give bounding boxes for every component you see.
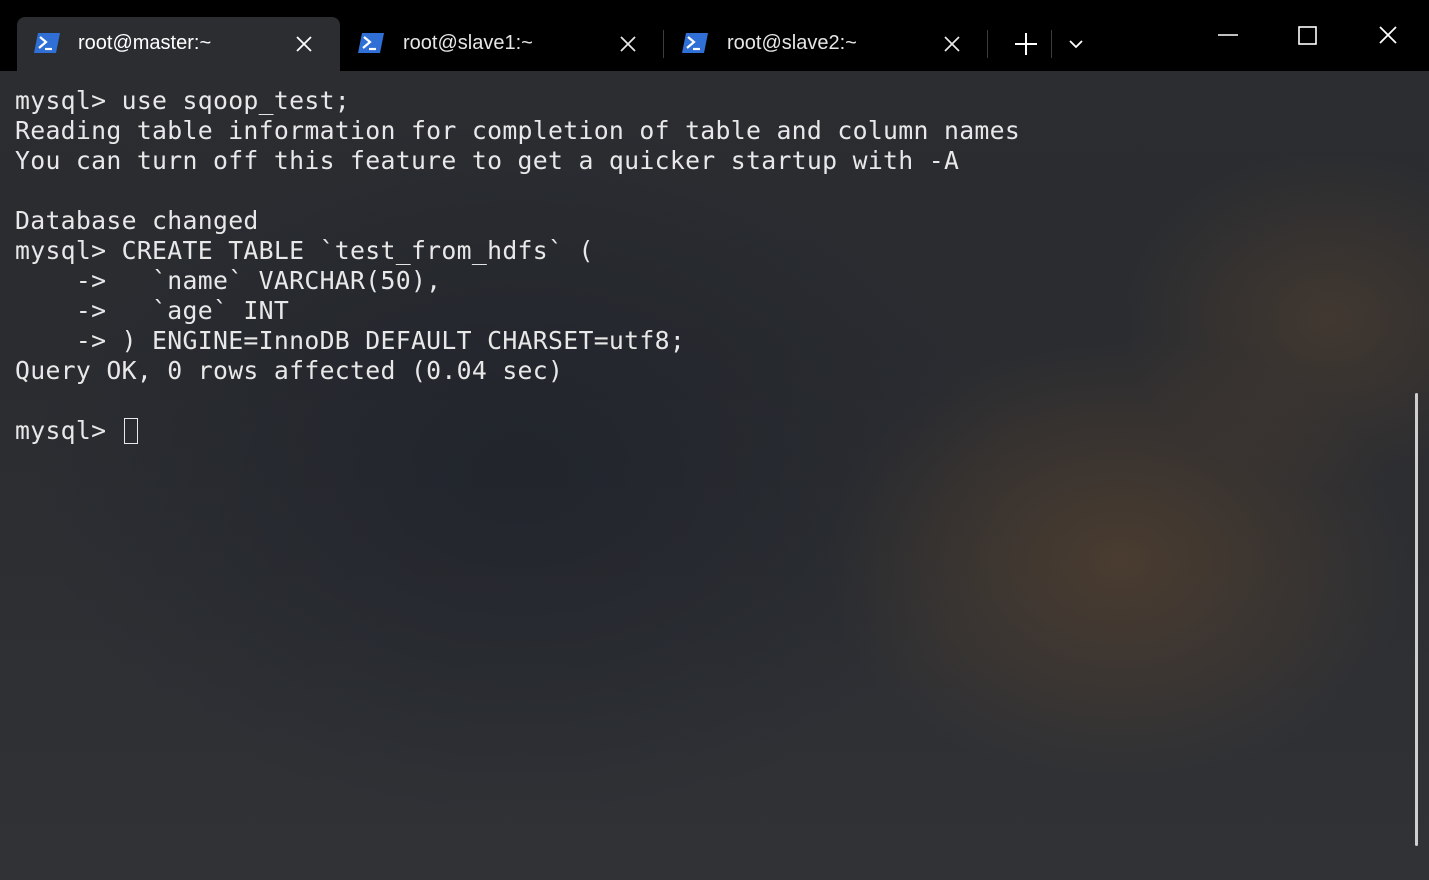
- tab-master[interactable]: root@master:~: [17, 17, 340, 71]
- mysql-prompt: mysql>: [15, 416, 122, 445]
- plus-icon[interactable]: [1010, 28, 1042, 60]
- tab-slave1[interactable]: root@slave1:~: [340, 17, 664, 71]
- terminal-line: Database changed: [15, 206, 259, 235]
- terminal-line: -> `name` VARCHAR(50),: [15, 266, 442, 295]
- terminal-line: -> `age` INT: [15, 296, 290, 325]
- terminal-line: Reading table information for completion…: [15, 116, 1021, 145]
- close-tab-icon[interactable]: [942, 34, 962, 54]
- powershell-icon: [682, 33, 708, 53]
- tab-label: root@slave2:~: [727, 32, 857, 54]
- tab-divider: [987, 30, 988, 58]
- powershell-icon: [358, 33, 384, 53]
- minimize-icon[interactable]: [1208, 18, 1248, 54]
- tab-label: root@slave1:~: [403, 32, 533, 54]
- prompt-line[interactable]: mysql>: [15, 416, 1405, 446]
- terminal-window: root@master:~ root@slave1:~ root@slave2:…: [0, 0, 1429, 880]
- text-cursor: [123, 418, 138, 444]
- terminal-line: Query OK, 0 rows affected (0.04 sec): [15, 356, 564, 385]
- close-icon[interactable]: [1368, 18, 1408, 54]
- maximize-icon[interactable]: [1288, 18, 1328, 54]
- tab-divider: [1051, 30, 1052, 58]
- close-tab-icon[interactable]: [618, 34, 638, 54]
- terminal-line: -> ) ENGINE=InnoDB DEFAULT CHARSET=utf8;: [15, 326, 686, 355]
- powershell-icon: [34, 33, 60, 53]
- terminal-line: mysql> CREATE TABLE `test_from_hdfs` (: [15, 236, 594, 265]
- scrollbar[interactable]: [1415, 393, 1418, 846]
- tab-label: root@master:~: [78, 32, 212, 54]
- tab-slave2[interactable]: root@slave2:~: [664, 17, 988, 71]
- close-tab-icon[interactable]: [294, 34, 314, 54]
- terminal-line: mysql> use sqoop_test;: [15, 86, 351, 115]
- terminal-output[interactable]: mysql> use sqoop_test; Reading table inf…: [15, 86, 1405, 866]
- terminal-line: You can turn off this feature to get a q…: [15, 146, 960, 175]
- title-bar: root@master:~ root@slave1:~ root@slave2:…: [0, 0, 1429, 71]
- chevron-down-icon[interactable]: [1062, 32, 1090, 56]
